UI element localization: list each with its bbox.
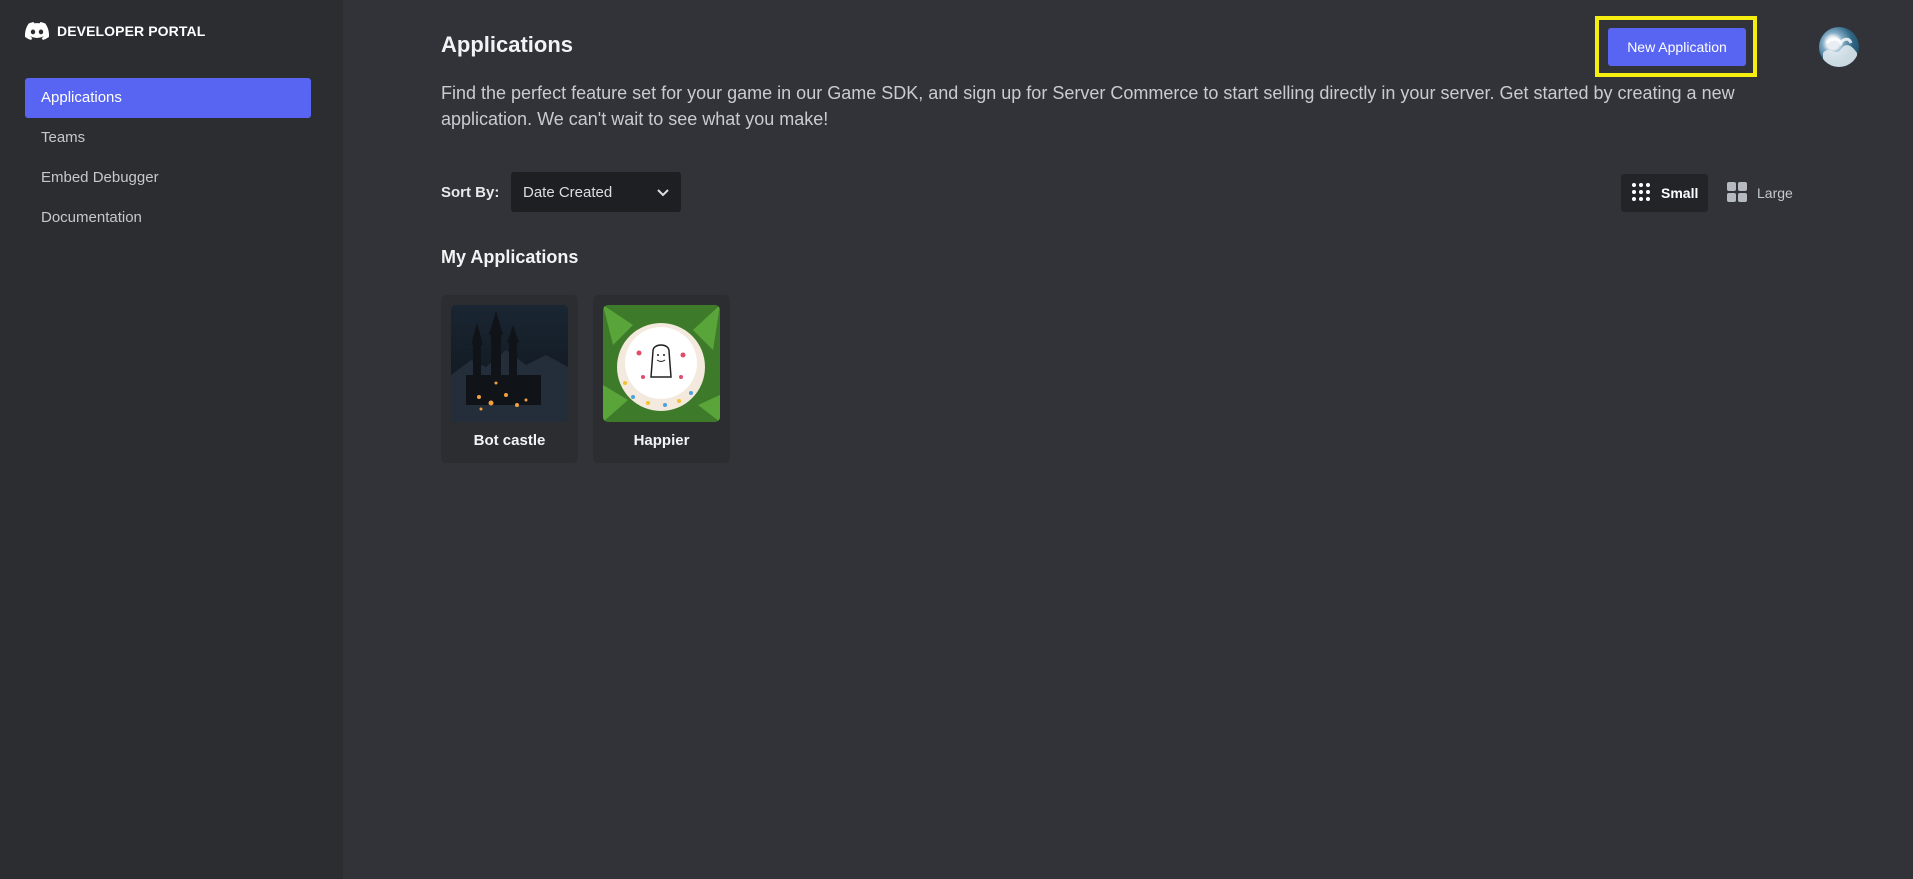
view-large-button[interactable]: Large: [1717, 174, 1803, 212]
sidebar: DEVELOPER PORTAL Applications Teams Embe…: [0, 0, 343, 879]
sidebar-item-documentation[interactable]: Documentation: [25, 198, 311, 238]
user-avatar[interactable]: [1819, 27, 1859, 67]
small-grid-icon: [1631, 182, 1651, 205]
cake-image: [603, 305, 720, 422]
intro-text: Find the perfect feature set for your ga…: [441, 83, 1735, 129]
sidebar-nav: Applications Teams Embed Debugger Docume…: [25, 78, 311, 238]
app-card-happier[interactable]: Happier: [593, 295, 730, 463]
large-grid-icon: [1727, 181, 1747, 205]
sort-label: Sort By:: [441, 184, 500, 201]
brand-title: DEVELOPER PORTAL: [57, 23, 206, 39]
sidebar-item-embed-debugger[interactable]: Embed Debugger: [25, 158, 311, 198]
sort-selected-value: Date Created: [523, 183, 613, 201]
view-small-label: Small: [1661, 185, 1699, 201]
app-name: Happier: [633, 432, 690, 449]
app-name: Bot castle: [473, 432, 546, 449]
view-large-label: Large: [1757, 185, 1793, 201]
sidebar-item-applications[interactable]: Applications: [25, 78, 311, 118]
main-content: Applications New Application Find the pe…: [441, 0, 1913, 879]
app-card-bot-castle[interactable]: Bot castle: [441, 295, 578, 463]
section-title: My Applications: [441, 247, 579, 267]
new-application-button[interactable]: New Application: [1608, 28, 1746, 66]
castle-night-image: [451, 305, 568, 422]
chevron-down-icon: [657, 184, 669, 201]
view-small-button[interactable]: Small: [1621, 174, 1709, 212]
brand[interactable]: DEVELOPER PORTAL: [25, 22, 205, 40]
sidebar-item-teams[interactable]: Teams: [25, 118, 311, 158]
sort-select[interactable]: Date Created: [511, 172, 681, 212]
page-title: Applications: [441, 32, 574, 57]
discord-logo-icon: [25, 22, 49, 40]
